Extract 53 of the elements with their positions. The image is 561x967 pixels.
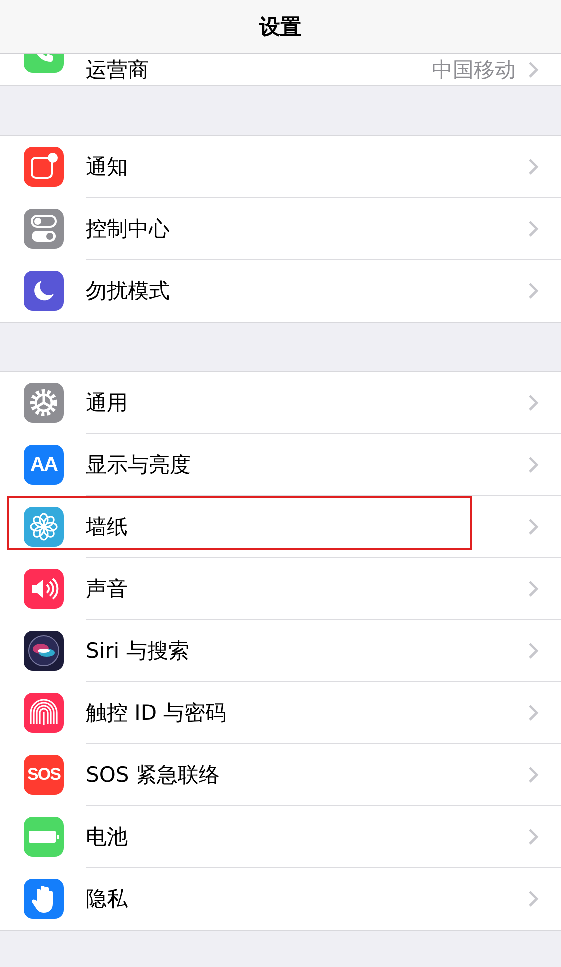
row-label: 隐私 [86, 886, 129, 913]
row-label: 通用 [86, 390, 129, 416]
chevron-icon [528, 704, 539, 722]
settings-row[interactable]: 运营商 中国移动 [0, 54, 561, 85]
row-label: 墙纸 [86, 514, 129, 540]
chevron-icon [528, 828, 539, 846]
row-label: SOS 紧急联络 [86, 762, 221, 788]
speaker-icon [24, 569, 64, 609]
row-label: 控制中心 [86, 216, 171, 242]
settings-row[interactable]: SOS SOS 紧急联络 [0, 744, 561, 806]
page-title: 设置 [260, 14, 302, 40]
settings-row[interactable]: 隐私 [0, 868, 561, 930]
sos-icon: SOS [24, 755, 64, 795]
moon-icon [24, 271, 64, 311]
settings-row[interactable]: 触控 ID 与密码 [0, 682, 561, 744]
toggle-icon [24, 209, 64, 249]
row-value: 中国移动 [432, 56, 516, 84]
row-label: Siri 与搜索 [86, 638, 190, 664]
settings-row[interactable]: 声音 [0, 558, 561, 620]
chevron-icon [528, 158, 539, 176]
chevron-icon [528, 766, 539, 784]
row-label: 声音 [86, 576, 129, 602]
chevron-icon [528, 890, 539, 908]
fingerprint-icon [24, 693, 64, 733]
chevron-icon [528, 282, 539, 300]
chevron-icon [528, 394, 539, 412]
settings-row[interactable]: 控制中心 [0, 198, 561, 260]
hand-icon [24, 879, 64, 919]
settings-row[interactable]: 墙纸 [0, 496, 561, 558]
battery-icon [24, 817, 64, 857]
notification-icon [24, 147, 64, 187]
settings-row[interactable]: 电池 [0, 806, 561, 868]
row-label: 通知 [86, 154, 129, 180]
row-label: 勿扰模式 [86, 278, 171, 305]
text-size-icon: AA [24, 445, 64, 485]
chevron-icon [528, 518, 539, 536]
row-label: 电池 [86, 824, 129, 850]
settings-row[interactable]: 通知 [0, 136, 561, 198]
row-label: 触控 ID 与密码 [86, 700, 228, 726]
flower-icon [24, 507, 64, 547]
orb-icon [24, 631, 64, 671]
settings-row[interactable]: 通用 [0, 372, 561, 434]
chevron-icon [528, 456, 539, 474]
settings-row[interactable]: Siri 与搜索 [0, 620, 561, 682]
gear-icon [24, 383, 64, 423]
settings-row[interactable]: AA 显示与亮度 [0, 434, 561, 496]
settings-row[interactable]: 勿扰模式 [0, 260, 561, 322]
row-label: 显示与亮度 [86, 452, 192, 478]
chevron-icon [528, 220, 539, 238]
row-label: 运营商 [86, 56, 150, 84]
chevron-icon [528, 642, 539, 660]
chevron-icon [528, 60, 539, 78]
chevron-icon [528, 580, 539, 598]
